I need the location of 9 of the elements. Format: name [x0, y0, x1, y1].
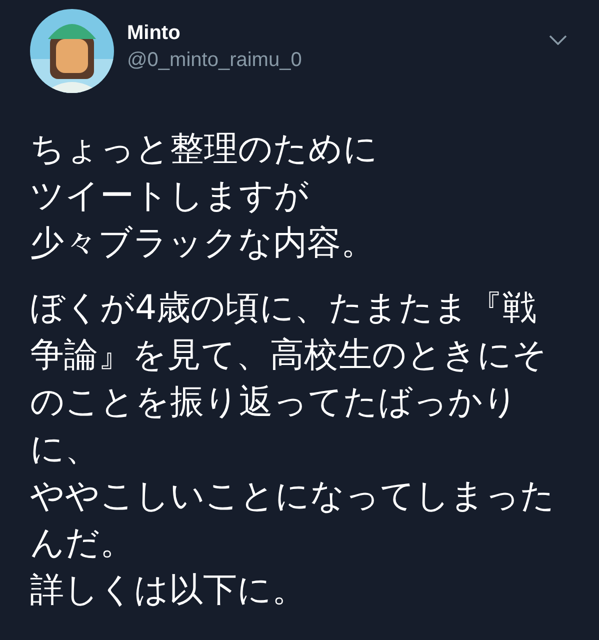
tweet-text: 詳しくは以下に。	[30, 569, 307, 612]
chevron-down-icon[interactable]	[549, 35, 567, 45]
tweet-text: ややこしいことになってしまったんだ。	[30, 475, 556, 565]
author-name[interactable]: Minto	[127, 22, 536, 45]
author-handle[interactable]: @0_minto_raimu_0	[127, 49, 536, 72]
tweet-text: 少々ブラックな内容。	[30, 222, 376, 265]
tweet-text: ツイートしますが	[30, 175, 310, 218]
tweet-text: ちょっと整理のために	[30, 128, 379, 171]
tweet-text: ぼくが4歳の頃に、たまたま『戦争論』を見て、高校生のときにそのことを振り返ってたばっかりに、	[30, 287, 548, 471]
